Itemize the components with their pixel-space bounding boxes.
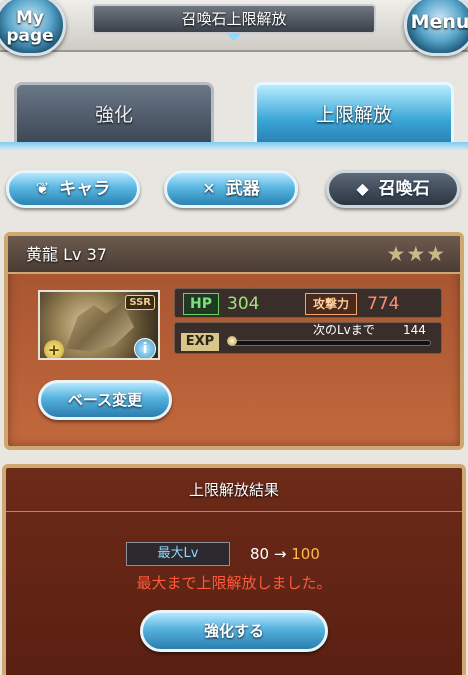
mypage-button[interactable]: My page: [0, 0, 66, 56]
page-title: 召喚石上限解放: [92, 4, 376, 41]
arrow-icon: →: [273, 545, 287, 563]
category-weapon-button[interactable]: ✕ 武器: [164, 170, 298, 208]
plus-icon: +: [44, 340, 64, 358]
hp-label: HP: [183, 293, 219, 315]
max-level-values: 80 → 100: [250, 542, 320, 566]
exp-progress-bar: [231, 340, 431, 346]
base-change-button[interactable]: ベース変更: [38, 380, 172, 420]
hp-value: 304: [227, 294, 260, 314]
mypage-label-line2: page: [6, 26, 54, 46]
sword-icon: ✕: [202, 179, 216, 198]
summon-name: 黄龍: [26, 245, 59, 264]
summon-card-header: 黄龍 Lv 37 ★★★: [8, 236, 460, 274]
exp-next-label: 次のLvまで: [313, 323, 375, 337]
result-title: 上限解放結果: [6, 468, 462, 512]
attack-value: 774: [367, 294, 400, 314]
category-weapon-label: 武器: [225, 179, 260, 199]
summon-level: Lv 37: [63, 245, 107, 264]
menu-button[interactable]: Menu: [404, 0, 468, 56]
tab-limit-break[interactable]: 上限解放: [254, 82, 454, 144]
summon-card: 黄龍 Lv 37 ★★★ SSR + i HP 304 攻撃力 774 EXP …: [4, 232, 464, 450]
category-summon-label: 召喚石: [378, 179, 430, 199]
info-icon[interactable]: i: [134, 338, 156, 358]
max-level-to: 100: [291, 545, 320, 563]
category-chara-button[interactable]: ❦ キャラ: [6, 170, 140, 208]
max-level-label: 最大Lv: [126, 542, 230, 566]
chara-icon: ❦: [35, 179, 50, 198]
result-panel: 上限解放結果 最大Lv 80 → 100 最大まで上限解放しました。 強化する: [2, 464, 466, 675]
exp-knob-icon: [227, 336, 237, 346]
ssr-badge: SSR: [125, 295, 155, 310]
category-chara-label: キャラ: [59, 179, 111, 199]
page-title-text: 召喚石上限解放: [181, 10, 287, 28]
crystal-icon: ◆: [356, 179, 369, 198]
exp-label: EXP: [181, 333, 219, 351]
summon-name-line: 黄龍 Lv 37: [26, 236, 107, 274]
stats-row: HP 304 攻撃力 774: [174, 288, 442, 318]
enhance-button[interactable]: 強化する: [140, 610, 328, 652]
attack-label: 攻撃力: [305, 293, 357, 315]
title-pointer-icon: [226, 33, 242, 41]
tab-underline: [0, 142, 468, 150]
result-message: 最大まで上限解放しました。: [136, 574, 332, 592]
mypage-label-line1: My: [16, 8, 44, 28]
max-level-from: 80: [250, 545, 270, 563]
tab-enhance[interactable]: 強化: [14, 82, 214, 142]
exp-row: EXP 次のLvまで 144: [174, 322, 442, 354]
header-bar: My page 召喚石上限解放 Menu: [0, 0, 468, 56]
exp-next-value: 144: [403, 323, 426, 337]
rarity-stars: ★★★: [386, 242, 446, 266]
summon-thumbnail[interactable]: SSR + i: [38, 290, 160, 360]
category-summon-button[interactable]: ◆ 召喚石: [326, 170, 460, 208]
